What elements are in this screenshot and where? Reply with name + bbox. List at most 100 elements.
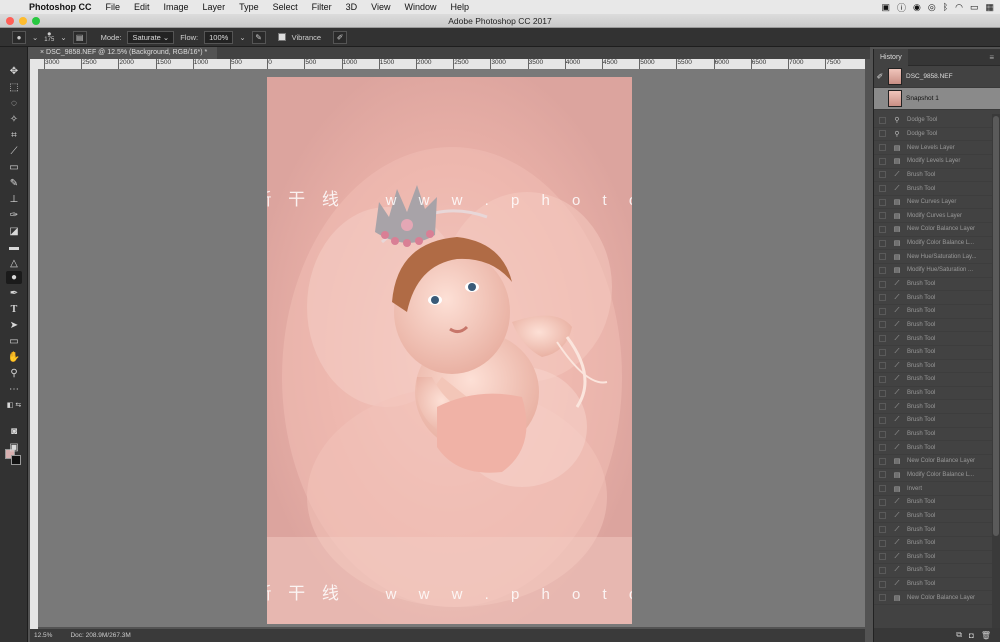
menu-3d[interactable]: 3D (339, 2, 365, 12)
new-document-from-state-icon[interactable]: ⧉ (956, 630, 962, 640)
chevron-down-icon[interactable]: ⌄ (60, 33, 66, 42)
brush-preset-picker[interactable]: ● 175 (44, 30, 54, 44)
history-brush-slot[interactable] (879, 144, 886, 152)
zoom-level[interactable]: 12.5% (34, 629, 52, 642)
history-brush-slot[interactable] (879, 171, 886, 179)
history-state[interactable]: ⟋ Brush Tool (874, 510, 992, 524)
history-state[interactable]: ⟋ Brush Tool (874, 387, 992, 401)
history-brush-slot[interactable] (879, 444, 886, 452)
crop-tool-icon[interactable]: ⌗ (6, 129, 22, 142)
more-tools-icon[interactable]: ⋯ (6, 383, 22, 396)
background-color-swatch[interactable] (11, 455, 21, 465)
history-brush-slot[interactable] (879, 389, 886, 397)
menu-edit[interactable]: Edit (127, 2, 157, 12)
info-icon[interactable]: ⓘ (897, 1, 906, 14)
battery-icon[interactable]: ▭ (970, 2, 979, 13)
vibrance-checkbox[interactable] (277, 33, 286, 41)
snapshot-camera-icon[interactable]: ◘ (969, 631, 974, 640)
history-state[interactable]: ▤ Modify Hue/Saturation ... (874, 264, 992, 278)
menu-view[interactable]: View (364, 2, 397, 12)
tab-history[interactable]: History (874, 48, 908, 66)
hand-tool-icon[interactable]: ✋ (6, 351, 22, 364)
history-state[interactable]: ⟋ Brush Tool (874, 360, 992, 374)
history-state[interactable]: ⟋ Brush Tool (874, 305, 992, 319)
history-brush-slot[interactable] (879, 321, 886, 329)
menu-filter[interactable]: Filter (305, 2, 339, 12)
history-state[interactable]: ⟋ Brush Tool (874, 551, 992, 565)
history-brush-slot[interactable] (879, 430, 886, 438)
menu-type[interactable]: Type (232, 2, 266, 12)
airbrush-icon[interactable]: ✎ (251, 30, 266, 44)
history-brush-slot[interactable] (879, 526, 886, 534)
wifi-icon[interactable]: ◠ (955, 2, 963, 13)
brush-settings-icon[interactable]: ▤ (72, 30, 87, 44)
sponge-tool-icon[interactable]: ● (6, 271, 22, 284)
panel-menu-icon[interactable]: ≡ (989, 53, 994, 62)
history-state[interactable]: ▤ Modify Color Balance L... (874, 469, 992, 483)
minimize-window-icon[interactable] (19, 17, 27, 25)
history-state[interactable]: ⟋ Brush Tool (874, 346, 992, 360)
history-brush-slot[interactable] (879, 594, 886, 602)
history-state[interactable]: ⟋ Brush Tool (874, 441, 992, 456)
history-brush-slot[interactable] (879, 157, 886, 165)
menu-layer[interactable]: Layer (196, 2, 233, 12)
history-brush-slot[interactable] (879, 116, 886, 124)
horizontal-ruler[interactable]: 3000 2500 2000 1500 1000 500 0 500 1000 1500 2000 2… (38, 59, 865, 69)
history-brush-slot[interactable] (879, 239, 886, 247)
vertical-ruler[interactable] (30, 59, 38, 629)
brush-tool-icon[interactable]: ✎ (6, 177, 22, 190)
history-brush-slot[interactable] (879, 580, 886, 588)
shape-tool-icon[interactable]: ▭ (6, 335, 22, 348)
history-state[interactable]: ⟋ Brush Tool (874, 278, 992, 292)
clone-stamp-tool-icon[interactable]: ⊥ (6, 193, 22, 206)
history-state[interactable]: ⟋ Brush Tool (874, 291, 992, 305)
history-state[interactable]: ▤ New Hue/Saturation Lay... (874, 250, 992, 265)
type-tool-icon[interactable]: T (6, 303, 22, 316)
history-state[interactable]: ⟋ Brush Tool (874, 414, 992, 428)
history-brush-slot[interactable] (879, 185, 886, 193)
history-brush-slot[interactable] (879, 375, 886, 383)
history-brush-slot[interactable] (879, 362, 886, 370)
menu-select[interactable]: Select (266, 2, 305, 12)
screen-mode-icon[interactable]: ▣ (6, 441, 22, 454)
marquee-tool-icon[interactable]: ⬚ (6, 81, 22, 94)
menu-image[interactable]: Image (157, 2, 196, 12)
history-state[interactable]: ⟋ Brush Tool (874, 373, 992, 387)
history-brush-slot[interactable] (879, 471, 886, 479)
flow-field[interactable]: 100% (204, 30, 234, 44)
document-tab[interactable]: × DSC_9858.NEF @ 12.5% (Background, RGB/… (30, 47, 218, 59)
history-brush-slot[interactable] (879, 457, 886, 465)
history-snapshot-source[interactable]: ✐ DSC_9858.NEF (874, 66, 1000, 88)
close-tab-icon[interactable]: × (40, 49, 44, 56)
history-state[interactable]: ▤ New Color Balance Layer (874, 223, 992, 237)
history-brush-slot[interactable] (879, 566, 886, 574)
eraser-tool-icon[interactable]: ◪ (6, 225, 22, 238)
history-state[interactable]: ⟋ Brush Tool (874, 564, 992, 578)
history-brush-slot[interactable] (879, 348, 886, 356)
history-brush-slot[interactable] (879, 130, 886, 138)
menu-file[interactable]: File (99, 2, 128, 12)
healing-tool-icon[interactable]: ▭ (6, 161, 22, 174)
history-brush-slot[interactable] (879, 498, 886, 506)
history-brush-slot[interactable] (879, 280, 886, 288)
history-state[interactable]: ⟋ Brush Tool (874, 523, 992, 537)
history-brush-slot[interactable] (879, 294, 886, 302)
history-state[interactable]: ⟋ Brush Tool (874, 182, 992, 196)
trash-icon[interactable]: 🗑 (981, 631, 991, 640)
history-state[interactable]: ⟋ Brush Tool (874, 319, 992, 333)
history-brush-slot[interactable] (879, 307, 886, 315)
history-snapshot-1[interactable]: Snapshot 1 (874, 88, 1000, 110)
history-state[interactable]: ⟋ Brush Tool (874, 537, 992, 551)
history-brush-slot[interactable] (879, 512, 886, 520)
dropdown-chevron-icon[interactable]: ⌄ (32, 33, 38, 42)
history-state[interactable]: ⟋ Brush Tool (874, 578, 992, 592)
zoom-tool-icon[interactable]: ⚲ (6, 367, 22, 380)
quick-mask-icon[interactable]: ◙ (6, 425, 22, 438)
move-tool-icon[interactable]: ✥ (6, 65, 22, 78)
mode-select[interactable]: Saturate ⌄ (127, 30, 175, 44)
blur-tool-icon[interactable]: △ (6, 257, 22, 270)
history-state[interactable]: ⚲ Dodge Tool (874, 128, 992, 142)
document-image[interactable]: 摄 影 新 干 线 w w w . p h o t o s k s . v i … (267, 77, 632, 624)
close-window-icon[interactable] (6, 17, 14, 25)
history-brush-slot[interactable] (879, 198, 886, 206)
